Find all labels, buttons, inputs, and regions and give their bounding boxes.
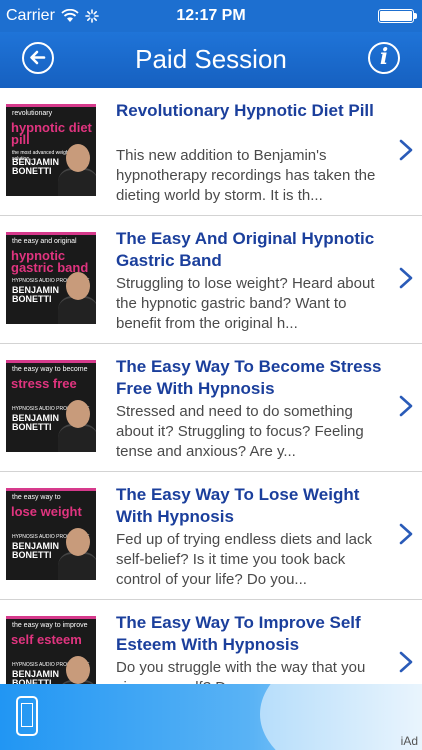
- chevron-right-icon: [399, 267, 413, 289]
- item-description: Struggling to lose weight? Heard about t…: [116, 275, 375, 332]
- author-photo: [66, 400, 90, 428]
- item-title: Revolutionary Hypnotic Diet Pill: [116, 101, 374, 120]
- author-photo: [66, 656, 90, 684]
- item-title: The Easy Way To Become Stress Free With …: [116, 357, 382, 398]
- list-item[interactable]: the easy way to lose weight HYPNOSIS AUD…: [0, 472, 422, 600]
- list-item[interactable]: the easy and original hypnotic gastric b…: [0, 216, 422, 344]
- item-description: Fed up of trying endless diets and lack …: [116, 531, 372, 588]
- session-list: revolutionary hypnotic diet pill the mos…: [0, 88, 422, 684]
- navigation-bar: Paid Session i: [0, 32, 422, 88]
- chevron-right-icon: [399, 651, 413, 673]
- battery-icon: [378, 9, 417, 23]
- cover-image: the easy and original hypnotic gastric b…: [6, 232, 96, 324]
- cover-image: the easy way to lose weight HYPNOSIS AUD…: [6, 488, 96, 580]
- item-title: The Easy Way To Lose Weight With Hypnosi…: [116, 485, 360, 526]
- author-photo: [66, 272, 90, 300]
- status-time: 12:17 PM: [176, 7, 246, 24]
- list-item[interactable]: the easy way to improve self esteem HYPN…: [0, 600, 422, 684]
- chevron-right-icon: [399, 395, 413, 417]
- cover-image: the easy way to improve self esteem HYPN…: [6, 616, 96, 684]
- item-title: The Easy And Original Hypnotic Gastric B…: [116, 229, 375, 270]
- iad-label: iAd: [400, 734, 418, 748]
- status-bar: Carrier 12:17 PM: [0, 0, 422, 32]
- chevron-right-icon: [399, 139, 413, 161]
- item-title: The Easy Way To Improve Self Esteem With…: [116, 613, 361, 654]
- chevron-right-icon: [399, 523, 413, 545]
- author-photo: [66, 144, 90, 172]
- item-description: Do you struggle with the way that you vi…: [116, 659, 366, 684]
- cover-image: revolutionary hypnotic diet pill the mos…: [6, 104, 96, 196]
- phone-icon: [16, 696, 38, 736]
- list-item[interactable]: the easy way to become stress free HYPNO…: [0, 344, 422, 472]
- author-photo: [66, 528, 90, 556]
- item-description: This new addition to Benjamin's hypnothe…: [116, 147, 376, 204]
- cover-image: the easy way to become stress free HYPNO…: [6, 360, 96, 452]
- ad-banner[interactable]: iAd: [0, 684, 422, 750]
- list-item[interactable]: revolutionary hypnotic diet pill the mos…: [0, 88, 422, 216]
- item-description: Stressed and need to do something about …: [116, 403, 364, 460]
- info-button[interactable]: i: [368, 42, 400, 74]
- page-title: Paid Session: [135, 44, 287, 74]
